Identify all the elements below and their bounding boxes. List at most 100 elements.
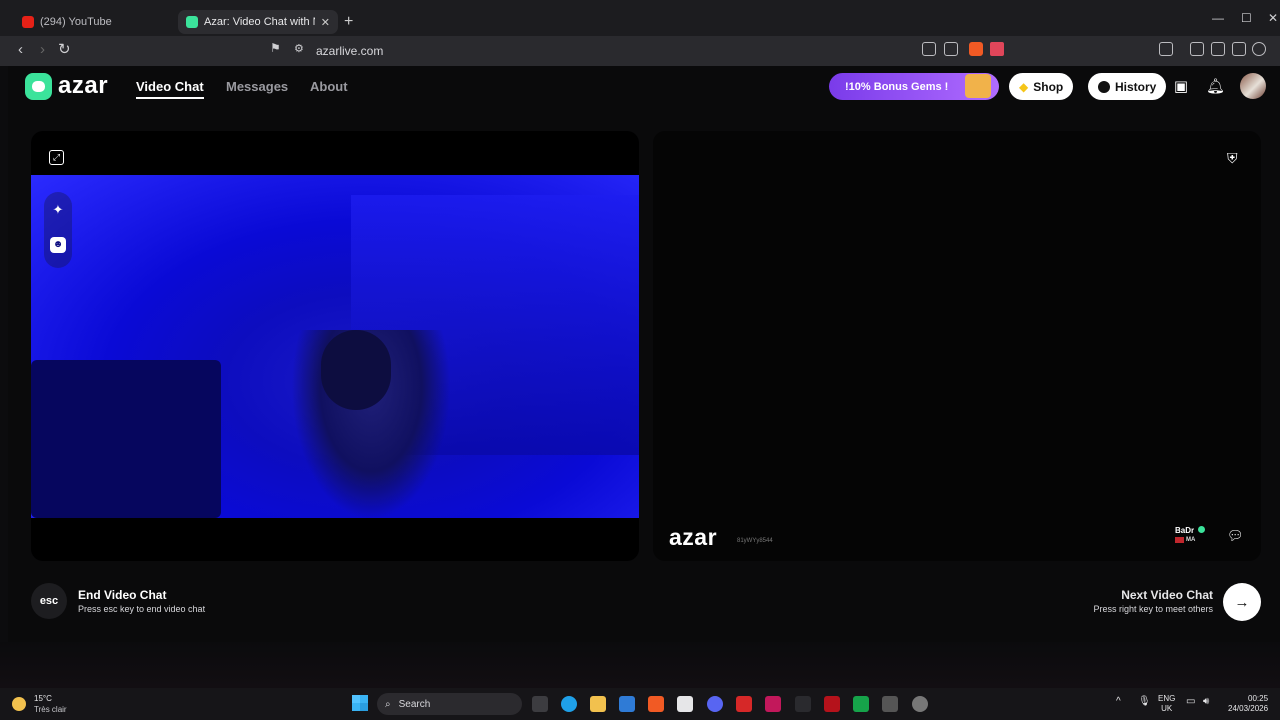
bonus-gems-banner[interactable]: !10% Bonus Gems ! <box>829 73 999 100</box>
bell-icon[interactable]: 🔔︎ <box>1206 77 1225 95</box>
app-red-icon[interactable] <box>736 696 752 712</box>
tab-azar[interactable]: Azar: Video Chat with New Pe ✕ <box>178 10 338 34</box>
nav-video-chat[interactable]: Video Chat <box>136 79 204 99</box>
youtube-favicon-icon <box>22 16 34 28</box>
person-silhouette <box>291 330 451 520</box>
azar-logo-icon[interactable] <box>25 73 52 100</box>
sidebar-icon[interactable] <box>1190 42 1204 56</box>
clock-icon <box>1098 80 1110 93</box>
language-indicator[interactable]: ENG UK <box>1158 694 1175 714</box>
azar-watermark: azar <box>669 524 718 550</box>
back-icon[interactable]: ‹ <box>18 41 23 58</box>
morocco-flag-icon <box>1175 537 1184 543</box>
discord-icon[interactable] <box>707 696 723 712</box>
maximize-icon[interactable]: ☐ <box>1241 11 1252 25</box>
network-icon[interactable]: ▭ <box>1186 697 1195 707</box>
nav-about[interactable]: About <box>310 79 348 94</box>
cast-icon[interactable] <box>922 42 936 56</box>
minimize-video-icon[interactable]: ⤢ <box>49 150 64 165</box>
history-label: History <box>1115 79 1157 94</box>
tab-title: (294) YouTube <box>40 16 112 28</box>
chat-bubble-icon[interactable]: 💬︎ <box>1227 528 1244 543</box>
weather-icon[interactable] <box>12 697 26 711</box>
monitor-silhouette <box>31 360 221 518</box>
region-text: UK <box>1161 704 1173 713</box>
end-video-chat-title: End Video Chat <box>78 588 167 602</box>
next-video-chat-button[interactable]: → <box>1223 583 1261 621</box>
weather-temp[interactable]: 15°C <box>34 694 52 703</box>
edge-icon[interactable] <box>561 696 577 712</box>
end-video-chat-button[interactable]: esc <box>31 583 67 619</box>
peer-country: MA <box>1175 537 1195 543</box>
forward-icon[interactable]: › <box>40 41 45 58</box>
brave-rewards-icon[interactable] <box>990 42 1004 56</box>
tab-title: Azar: Video Chat with New Pe <box>204 16 315 28</box>
task-view-icon[interactable] <box>532 696 548 712</box>
next-video-chat-title: Next Video Chat <box>1121 588 1213 602</box>
app-v-icon[interactable] <box>765 696 781 712</box>
mail-icon[interactable] <box>619 696 635 712</box>
azar-favicon-icon <box>186 16 198 28</box>
verified-icon <box>1198 526 1206 533</box>
site-info-icon[interactable]: ⚙ <box>294 42 304 55</box>
url-text[interactable]: azarlive.com <box>316 44 383 58</box>
peer-id: 81yWYy8544 <box>737 538 773 544</box>
wallet-icon[interactable] <box>1211 42 1225 56</box>
windows-start-icon[interactable] <box>352 695 368 711</box>
tab-youtube[interactable]: (294) YouTube <box>14 10 174 34</box>
magic-wand-icon[interactable]: ✦ <box>50 202 66 218</box>
close-window-icon[interactable]: ✕ <box>1268 11 1278 25</box>
microphone-icon[interactable]: 🎙︎ <box>1138 697 1151 707</box>
taskbar <box>0 688 1280 720</box>
epic-games-icon[interactable] <box>795 696 811 712</box>
avatar[interactable] <box>1240 73 1266 99</box>
tray-expand-icon[interactable]: ^ <box>1116 697 1121 707</box>
azar-logo-text[interactable]: azar <box>58 72 108 100</box>
store-app-icon[interactable] <box>677 696 693 712</box>
taskbar-search[interactable]: ⌕ Search <box>377 693 522 715</box>
leo-ai-icon[interactable] <box>1232 42 1246 56</box>
time-text: 00:25 <box>1248 694 1269 703</box>
desktop-background <box>0 642 1280 688</box>
history-button[interactable]: History <box>1088 73 1167 100</box>
share-icon[interactable] <box>944 42 958 56</box>
arrow-right-icon: → <box>1234 593 1250 611</box>
self-video-panel <box>31 131 639 561</box>
peer-name-text: BaDr <box>1175 526 1195 535</box>
volume-icon[interactable]: 🔊︎ <box>1203 697 1209 707</box>
treasure-chest-icon <box>965 74 991 98</box>
weather-desc[interactable]: Très clair <box>34 705 67 714</box>
next-video-chat-hint: Press right key to meet others <box>1093 604 1213 614</box>
self-camera-feed <box>31 175 639 520</box>
search-label: Search <box>398 698 431 710</box>
screenshot-icon[interactable] <box>1159 42 1173 56</box>
peer-video-panel <box>653 131 1261 561</box>
promo-label: !10% Bonus Gems ! <box>845 80 949 93</box>
report-shield-icon[interactable]: ⛨ <box>1227 150 1242 167</box>
face-filter-icon[interactable]: ☻ <box>50 237 66 253</box>
vpn-icon[interactable] <box>1252 42 1266 56</box>
nav-messages[interactable]: Messages <box>226 79 288 94</box>
gem-icon: ◆ <box>1019 79 1029 94</box>
brave-icon[interactable] <box>648 696 664 712</box>
peer-name[interactable]: BaDr <box>1175 526 1206 535</box>
app-a-icon[interactable] <box>824 696 840 712</box>
bookmark-icon[interactable]: ⚑ <box>270 41 281 55</box>
new-tab-icon[interactable]: + <box>344 13 353 31</box>
date-text: 24/03/2026 <box>1228 704 1269 713</box>
brave-shields-icon[interactable] <box>969 42 983 56</box>
store-icon[interactable]: ▣ <box>1172 77 1190 95</box>
end-video-chat-hint: Press esc key to end video chat <box>78 604 206 614</box>
lang-text: ENG <box>1158 694 1176 703</box>
app-tool-icon[interactable] <box>882 696 898 712</box>
shop-button[interactable]: ◆ Shop <box>1009 73 1074 100</box>
obs-icon[interactable] <box>912 696 928 712</box>
peer-country-code: MA <box>1186 537 1196 543</box>
reload-icon[interactable]: ↻ <box>58 40 71 58</box>
app-green-icon[interactable] <box>853 696 869 712</box>
shop-label: Shop <box>1033 79 1064 94</box>
minimize-icon[interactable]: — <box>1212 11 1224 25</box>
close-tab-icon[interactable]: ✕ <box>321 16 330 29</box>
clock-area[interactable]: 00:25 24/03/2026 <box>1228 694 1268 714</box>
file-explorer-icon[interactable] <box>590 696 606 712</box>
